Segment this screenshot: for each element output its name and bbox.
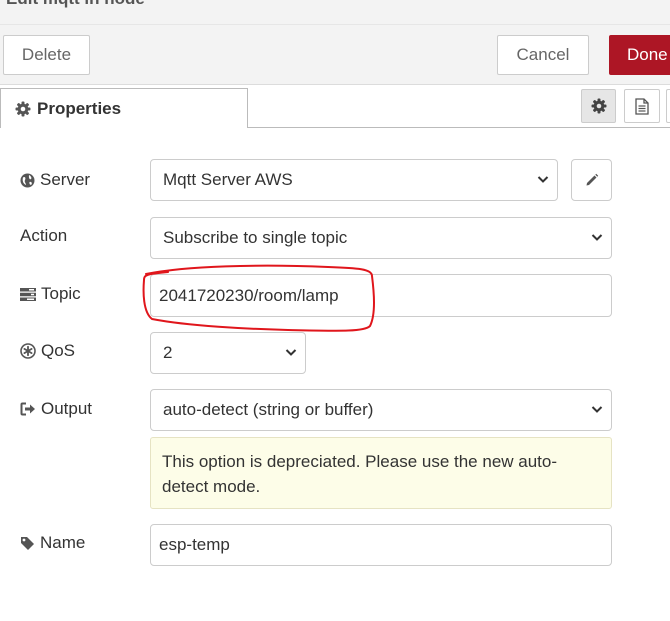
done-button[interactable]: Done <box>609 35 670 75</box>
qos-select-value: 2 <box>163 343 173 362</box>
name-input[interactable]: esp-temp <box>150 524 612 566</box>
pencil-icon <box>586 173 598 186</box>
tab-properties-label: Properties <box>37 98 122 118</box>
topic-label: Topic <box>20 284 81 304</box>
delete-button[interactable]: Delete <box>3 35 90 75</box>
tab-properties[interactable]: Properties <box>0 88 248 128</box>
appearance-tab-button[interactable] <box>666 89 670 123</box>
chevron-down-icon <box>537 176 549 183</box>
output-label: Output <box>20 399 92 419</box>
tab-bar: Properties <box>0 85 670 128</box>
name-label: Name <box>20 533 85 553</box>
server-label: Server <box>20 170 90 190</box>
settings-tab-button[interactable] <box>581 89 616 123</box>
gear-icon <box>591 98 606 114</box>
server-select-value: Mqtt Server AWS <box>163 170 293 189</box>
action-label-text: Action <box>20 226 68 245</box>
output-label-text: Output <box>41 399 93 418</box>
file-text-icon <box>635 97 649 115</box>
deprecation-warning: This option is depreciated. Please use t… <box>150 437 612 509</box>
dialog-title-bar: Edit mqtt in node <box>0 0 670 25</box>
asterisk-circle-icon <box>20 343 36 359</box>
action-select-value: Subscribe to single topic <box>163 228 348 247</box>
qos-select[interactable]: 2 <box>150 332 306 374</box>
action-select[interactable]: Subscribe to single topic <box>150 217 612 259</box>
description-tab-button[interactable] <box>624 89 660 123</box>
gear-icon <box>15 101 31 116</box>
server-select[interactable]: Mqtt Server AWS <box>150 159 558 201</box>
name-label-text: Name <box>40 533 86 552</box>
output-select[interactable]: auto-detect (string or buffer) <box>150 389 612 431</box>
chevron-down-icon <box>591 234 603 241</box>
globe-icon <box>20 173 35 187</box>
qos-label-text: QoS <box>41 341 76 360</box>
server-label-text: Server <box>40 170 91 189</box>
cancel-button[interactable]: Cancel <box>497 35 589 75</box>
chevron-down-icon <box>285 349 297 356</box>
topic-label-text: Topic <box>41 284 81 303</box>
chevron-down-icon <box>591 406 603 413</box>
sign-out-icon <box>20 402 35 416</box>
action-label: Action <box>20 226 67 246</box>
output-select-value: auto-detect (string or buffer) <box>163 400 374 419</box>
red-highlight-annotation <box>142 264 375 332</box>
name-input-value: esp-temp <box>159 535 230 554</box>
edit-server-button[interactable] <box>571 159 612 201</box>
tasks-icon <box>20 287 36 301</box>
tag-icon <box>21 536 34 550</box>
dialog-toolbar: Delete Cancel Done <box>0 25 670 85</box>
qos-label: QoS <box>20 341 75 361</box>
dialog-title: Edit mqtt in node <box>6 0 145 9</box>
